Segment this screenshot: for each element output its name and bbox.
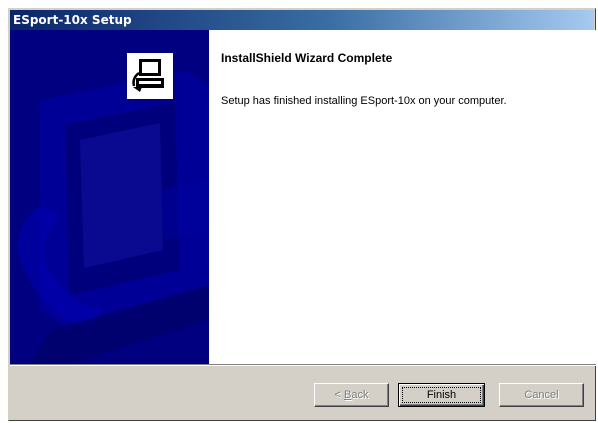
finish-button[interactable]: Finish <box>398 383 485 407</box>
computer-silhouette-graphic <box>17 70 209 364</box>
setup-dialog: ESport-10x Setup InstallShield Wizard Co… <box>8 8 596 421</box>
wizard-heading: InstallShield Wizard Complete <box>221 51 393 65</box>
back-label-prefix: < <box>334 388 344 401</box>
completion-message: Setup has finished installing ESport-10x… <box>221 95 507 107</box>
back-label-rest: ack <box>351 388 369 401</box>
computer-setup-icon <box>132 59 164 92</box>
wizard-icon-box <box>125 51 175 101</box>
window-title: ESport-10x Setup <box>13 13 132 27</box>
cancel-label: Cancel <box>524 388 559 401</box>
side-banner <box>10 30 209 364</box>
back-button[interactable]: < Back <box>314 383 389 407</box>
button-separator <box>10 364 596 366</box>
wizard-content: InstallShield Wizard Complete Setup has … <box>10 30 596 364</box>
cancel-button[interactable]: Cancel <box>499 383 584 407</box>
focus-rectangle <box>402 387 481 403</box>
title-bar[interactable]: ESport-10x Setup <box>10 10 594 30</box>
